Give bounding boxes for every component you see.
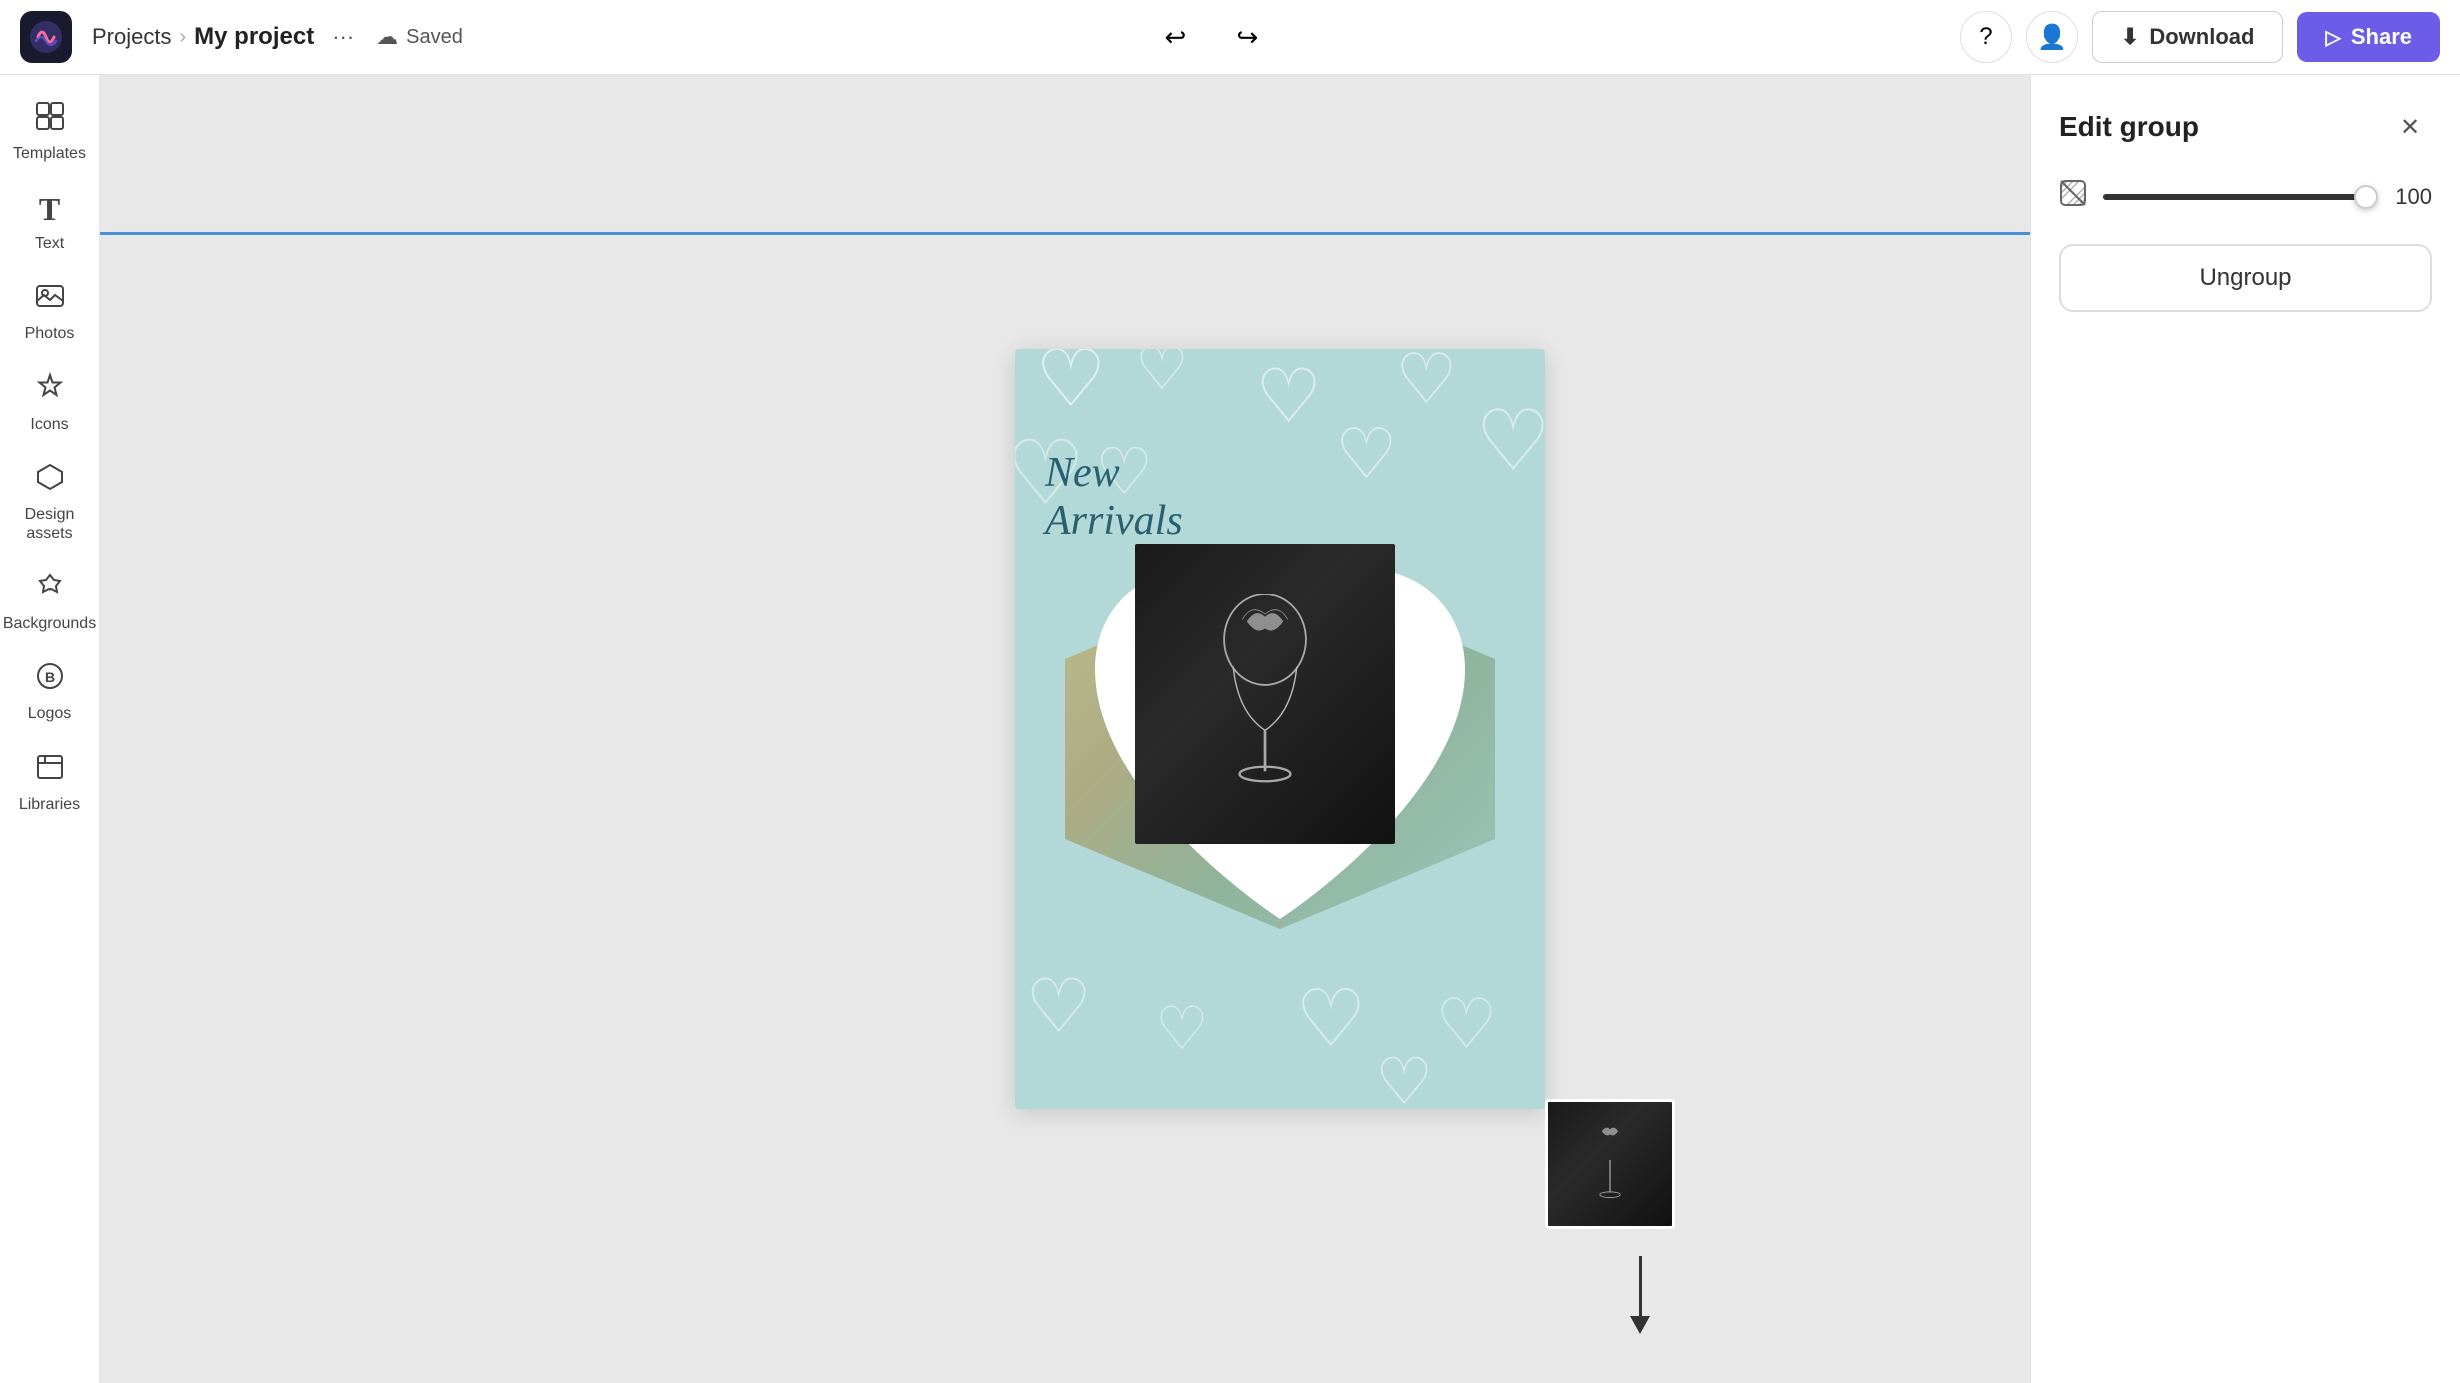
templates-icon bbox=[35, 101, 65, 138]
sidebar-item-text[interactable]: T Text bbox=[5, 179, 95, 265]
sidebar-item-backgrounds[interactable]: Backgrounds bbox=[5, 559, 95, 645]
design-assets-label: Design assets bbox=[11, 505, 89, 543]
sidebar-item-photos[interactable]: Photos bbox=[5, 269, 95, 355]
sidebar-item-logos[interactable]: B Logos bbox=[5, 649, 95, 735]
canvas-card[interactable]: ♡ ♡ ♡ ♡ ♡ ♡ ♡ ♡ ♡ ♡ ♡ ♡ ♡ New Arrivals bbox=[1015, 349, 1545, 1109]
heart-decoration: ♡ bbox=[1375, 1049, 1433, 1109]
new-arrivals-heading: New Arrivals bbox=[1045, 449, 1183, 545]
topbar-center: ↩ ↪ bbox=[463, 11, 1960, 63]
app-logo bbox=[20, 11, 72, 63]
help-icon: ? bbox=[1979, 23, 1992, 51]
canvas-container: ♡ ♡ ♡ ♡ ♡ ♡ ♡ ♡ ♡ ♡ ♡ ♡ ♡ New Arrivals bbox=[300, 135, 2260, 1323]
heart-decoration: ♡ bbox=[1295, 979, 1367, 1059]
floating-arrow bbox=[1630, 1256, 1650, 1334]
opacity-control: 100 bbox=[2059, 179, 2432, 214]
backgrounds-label: Backgrounds bbox=[3, 614, 96, 633]
redo-icon: ↪ bbox=[1236, 22, 1258, 53]
floating-thumb-inner bbox=[1548, 1102, 1672, 1226]
product-img-inner bbox=[1135, 544, 1395, 844]
heart-decoration: ♡ bbox=[1035, 349, 1107, 419]
icons-icon bbox=[35, 372, 65, 409]
heart-decoration: ♡ bbox=[1255, 359, 1322, 434]
photos-label: Photos bbox=[25, 324, 75, 343]
sidebar-item-icons[interactable]: Icons bbox=[5, 360, 95, 446]
download-button[interactable]: ⬇ Download bbox=[2092, 11, 2284, 63]
topbar-right: ? 👤 ⬇ Download ▷ Share bbox=[1960, 11, 2440, 63]
right-panel: Edit group ✕ 100 Ungroup bbox=[2030, 75, 2460, 1383]
save-status: ☁ Saved bbox=[376, 24, 463, 50]
arrow-line bbox=[1639, 1256, 1642, 1316]
arrow-head bbox=[1630, 1316, 1650, 1334]
opacity-slider-track bbox=[2103, 194, 2366, 200]
text-icon: T bbox=[39, 191, 60, 228]
breadcrumb-sep: › bbox=[179, 26, 186, 49]
undo-icon: ↩ bbox=[1164, 22, 1186, 53]
share-label: Share bbox=[2351, 24, 2412, 50]
icons-label: Icons bbox=[30, 415, 68, 434]
heart-decoration: ♡ bbox=[1475, 399, 1545, 484]
text-label: Text bbox=[35, 234, 64, 253]
panel-close-button[interactable]: ✕ bbox=[2388, 105, 2432, 149]
opacity-slider-fill bbox=[2103, 194, 2366, 200]
heart-decoration: ♡ bbox=[1395, 349, 1458, 414]
heart-decoration: ♡ bbox=[1135, 349, 1189, 399]
opacity-value: 100 bbox=[2382, 184, 2432, 210]
sidebar-item-templates[interactable]: Templates bbox=[5, 89, 95, 175]
opacity-slider-thumb bbox=[2354, 185, 2378, 209]
opacity-icon bbox=[2059, 179, 2087, 214]
panel-title: Edit group bbox=[2059, 111, 2199, 143]
libraries-label: Libraries bbox=[19, 795, 80, 814]
account-icon: 👤 bbox=[2037, 23, 2067, 52]
undo-button[interactable]: ↩ bbox=[1149, 11, 1201, 63]
account-button[interactable]: 👤 bbox=[2026, 11, 2078, 63]
more-options-button[interactable]: ··· bbox=[332, 24, 354, 50]
heart-decoration: ♡ bbox=[1155, 999, 1209, 1059]
photos-icon bbox=[35, 281, 65, 318]
heading-line1: New bbox=[1045, 449, 1183, 497]
cloud-icon: ☁ bbox=[376, 24, 398, 50]
svg-text:B: B bbox=[44, 669, 54, 685]
sidebar-item-libraries[interactable]: Libraries bbox=[5, 740, 95, 826]
panel-header: Edit group ✕ bbox=[2059, 105, 2432, 149]
share-button[interactable]: ▷ Share bbox=[2297, 12, 2440, 62]
templates-label: Templates bbox=[13, 144, 86, 163]
product-image[interactable] bbox=[1135, 544, 1395, 844]
floating-thumbnail[interactable] bbox=[1545, 1099, 1675, 1229]
sidebar: Templates T Text Photos Icons Design as bbox=[0, 75, 100, 1383]
breadcrumb: Projects › My project ··· ☁ Saved bbox=[92, 23, 463, 51]
sidebar-item-design-assets[interactable]: Design assets bbox=[5, 450, 95, 555]
help-button[interactable]: ? bbox=[1960, 11, 2012, 63]
download-icon: ⬇ bbox=[2121, 24, 2139, 50]
close-icon: ✕ bbox=[2400, 113, 2420, 142]
project-title[interactable]: My project bbox=[194, 23, 314, 51]
libraries-icon bbox=[35, 752, 65, 789]
heart-decoration: ♡ bbox=[1335, 419, 1398, 489]
backgrounds-icon bbox=[35, 571, 65, 608]
projects-link[interactable]: Projects bbox=[92, 24, 171, 50]
share-icon: ▷ bbox=[2325, 25, 2340, 50]
logos-icon: B bbox=[35, 661, 65, 698]
download-label: Download bbox=[2149, 24, 2254, 50]
saved-label: Saved bbox=[406, 26, 463, 49]
ungroup-button[interactable]: Ungroup bbox=[2059, 244, 2432, 312]
redo-button[interactable]: ↪ bbox=[1221, 11, 1273, 63]
design-assets-icon bbox=[35, 462, 65, 499]
logos-label: Logos bbox=[28, 704, 72, 723]
topbar: Projects › My project ··· ☁ Saved ↩ ↪ ? … bbox=[0, 0, 2460, 75]
heart-decoration: ♡ bbox=[1025, 969, 1092, 1044]
heading-line2: Arrivals bbox=[1045, 497, 1183, 545]
heart-decoration: ♡ bbox=[1435, 989, 1498, 1059]
